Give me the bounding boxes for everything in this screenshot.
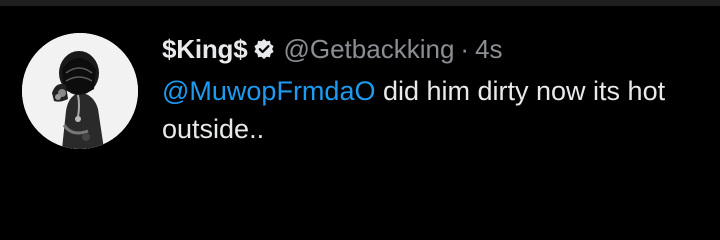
tweet-header: $King$ @Getbackking · 4s (162, 34, 718, 64)
tweet-card[interactable]: $King$ @Getbackking · 4s @MuwopFrmdaO di… (0, 6, 720, 240)
timestamp[interactable]: 4s (475, 34, 502, 65)
mention-link[interactable]: @MuwopFrmdaO (162, 76, 375, 106)
header-separator: · (460, 33, 470, 64)
display-name[interactable]: $King$ (162, 34, 248, 65)
tweet-text: @MuwopFrmdaO did him dirty now its hot o… (162, 72, 718, 148)
verified-badge-icon (253, 38, 275, 60)
tweet-content: $King$ @Getbackking · 4s @MuwopFrmdaO di… (162, 34, 718, 148)
user-handle[interactable]: @Getbackking (283, 34, 454, 65)
avatar-image (22, 33, 138, 149)
avatar[interactable] (22, 33, 138, 149)
